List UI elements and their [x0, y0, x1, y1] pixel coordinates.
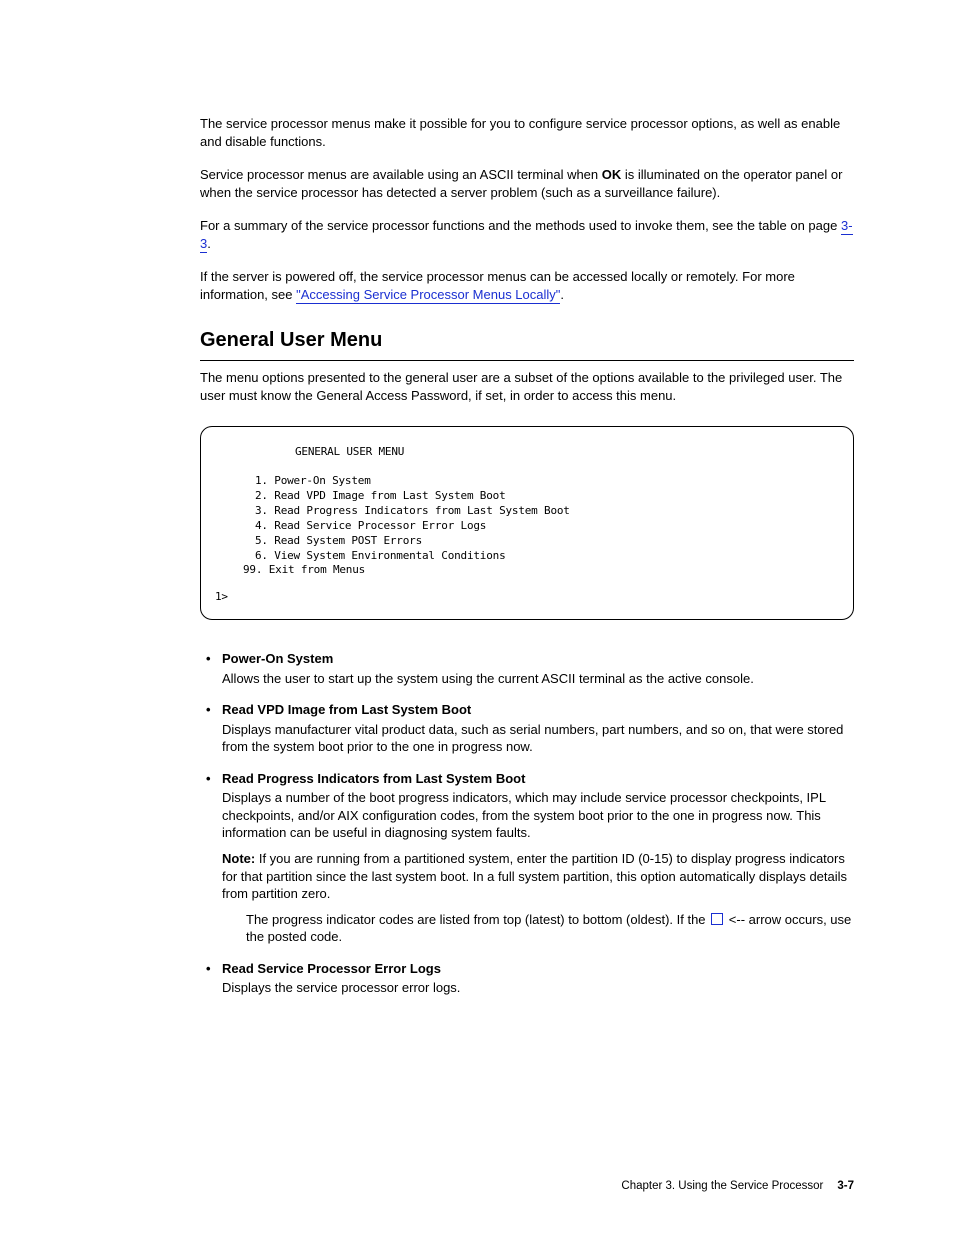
terminal-option: 4. Read Service Processor Error Logs: [255, 519, 839, 534]
section-intro: The menu options presented to the genera…: [200, 369, 854, 404]
item-body: Allows the user to start up the system u…: [222, 671, 754, 686]
item-body: Displays a number of the boot progress i…: [222, 790, 826, 840]
intro-pw-post: .: [560, 287, 564, 302]
intro-ok-para: Service processor menus are available us…: [200, 166, 854, 201]
note-arrow: <--: [729, 912, 745, 927]
terminal-options: 1. Power-On System 2. Read VPD Image fro…: [227, 474, 839, 563]
item-body: Displays the service processor error log…: [222, 980, 460, 995]
terminal-option: 3. Read Progress Indicators from Last Sy…: [255, 504, 839, 519]
terminal-option-label: Read Progress Indicators from Last Syste…: [274, 504, 569, 517]
note-block: Note: If you are running from a partitio…: [222, 850, 854, 946]
list-item: Read Progress Indicators from Last Syste…: [200, 770, 854, 946]
intro-ring-para: The service processor menus make it poss…: [200, 115, 854, 150]
terminal-option: 2. Read VPD Image from Last System Boot: [255, 489, 839, 504]
section-heading: General User Menu: [200, 327, 854, 361]
item-title: Read Progress Indicators from Last Syste…: [222, 770, 854, 788]
note-p1: If you are running from a partitioned sy…: [222, 851, 847, 901]
terminal-prompt: 1>: [215, 590, 839, 605]
intro-ok-before: Service processor menus are available us…: [200, 167, 602, 182]
list-item: Read Service Processor Error Logs Displa…: [200, 960, 854, 997]
terminal-option-label: Read System POST Errors: [274, 534, 422, 547]
terminal-exit-num: 99.: [243, 563, 262, 576]
terminal-option-label: Read Service Processor Error Logs: [274, 519, 486, 532]
item-title: Power-On System: [222, 650, 854, 668]
terminal-option: 6. View System Environmental Conditions: [255, 549, 839, 564]
note-p2: The progress indicator codes are listed …: [222, 911, 854, 946]
terminal-option: 1. Power-On System: [255, 474, 839, 489]
terminal-exit: 99. Exit from Menus: [215, 563, 839, 578]
footer-chapter: Chapter 3. Using the Service Processor: [621, 1179, 823, 1195]
box-icon: [711, 913, 723, 925]
footer-page-strong: 3-7: [837, 1180, 854, 1192]
note-square-link[interactable]: [709, 912, 725, 927]
terminal-option-label: View System Environmental Conditions: [274, 549, 505, 562]
terminal-exit-label: Exit from Menus: [269, 563, 365, 576]
section-ref-link[interactable]: "Accessing Service Processor Menus Local…: [296, 287, 560, 304]
terminal-option-label: Read VPD Image from Last System Boot: [274, 489, 505, 502]
description-list: Power-On System Allows the user to start…: [200, 650, 854, 997]
terminal-title: GENERAL USER MENU: [215, 445, 839, 460]
intro-pw-para: If the server is powered off, the servic…: [200, 268, 854, 303]
terminal-menu: GENERAL USER MENU 1. Power-On System 2. …: [200, 426, 854, 620]
terminal-option-label: Power-On System: [274, 474, 370, 487]
item-title: Read Service Processor Error Logs: [222, 960, 854, 978]
intro-section: The service processor menus make it poss…: [200, 115, 854, 303]
intro-func-text: For a summary of the service processor f…: [200, 218, 841, 233]
page-footer: Chapter 3. Using the Service Processor 3…: [0, 1179, 954, 1195]
list-item: Read VPD Image from Last System Boot Dis…: [200, 701, 854, 756]
footer-page-number: 3-7: [837, 1179, 854, 1195]
item-title: Read VPD Image from Last System Boot: [222, 701, 854, 719]
item-body: Displays manufacturer vital product data…: [222, 722, 843, 755]
intro-func-post: .: [207, 236, 211, 251]
terminal-option: 5. Read System POST Errors: [255, 534, 839, 549]
list-item: Power-On System Allows the user to start…: [200, 650, 854, 687]
note-p2-pre: The progress indicator codes are listed …: [246, 912, 709, 927]
intro-func-para: For a summary of the service processor f…: [200, 217, 854, 252]
page: The service processor menus make it poss…: [0, 0, 954, 1235]
note-label: Note:: [222, 851, 255, 866]
ok-literal: OK: [602, 167, 622, 182]
